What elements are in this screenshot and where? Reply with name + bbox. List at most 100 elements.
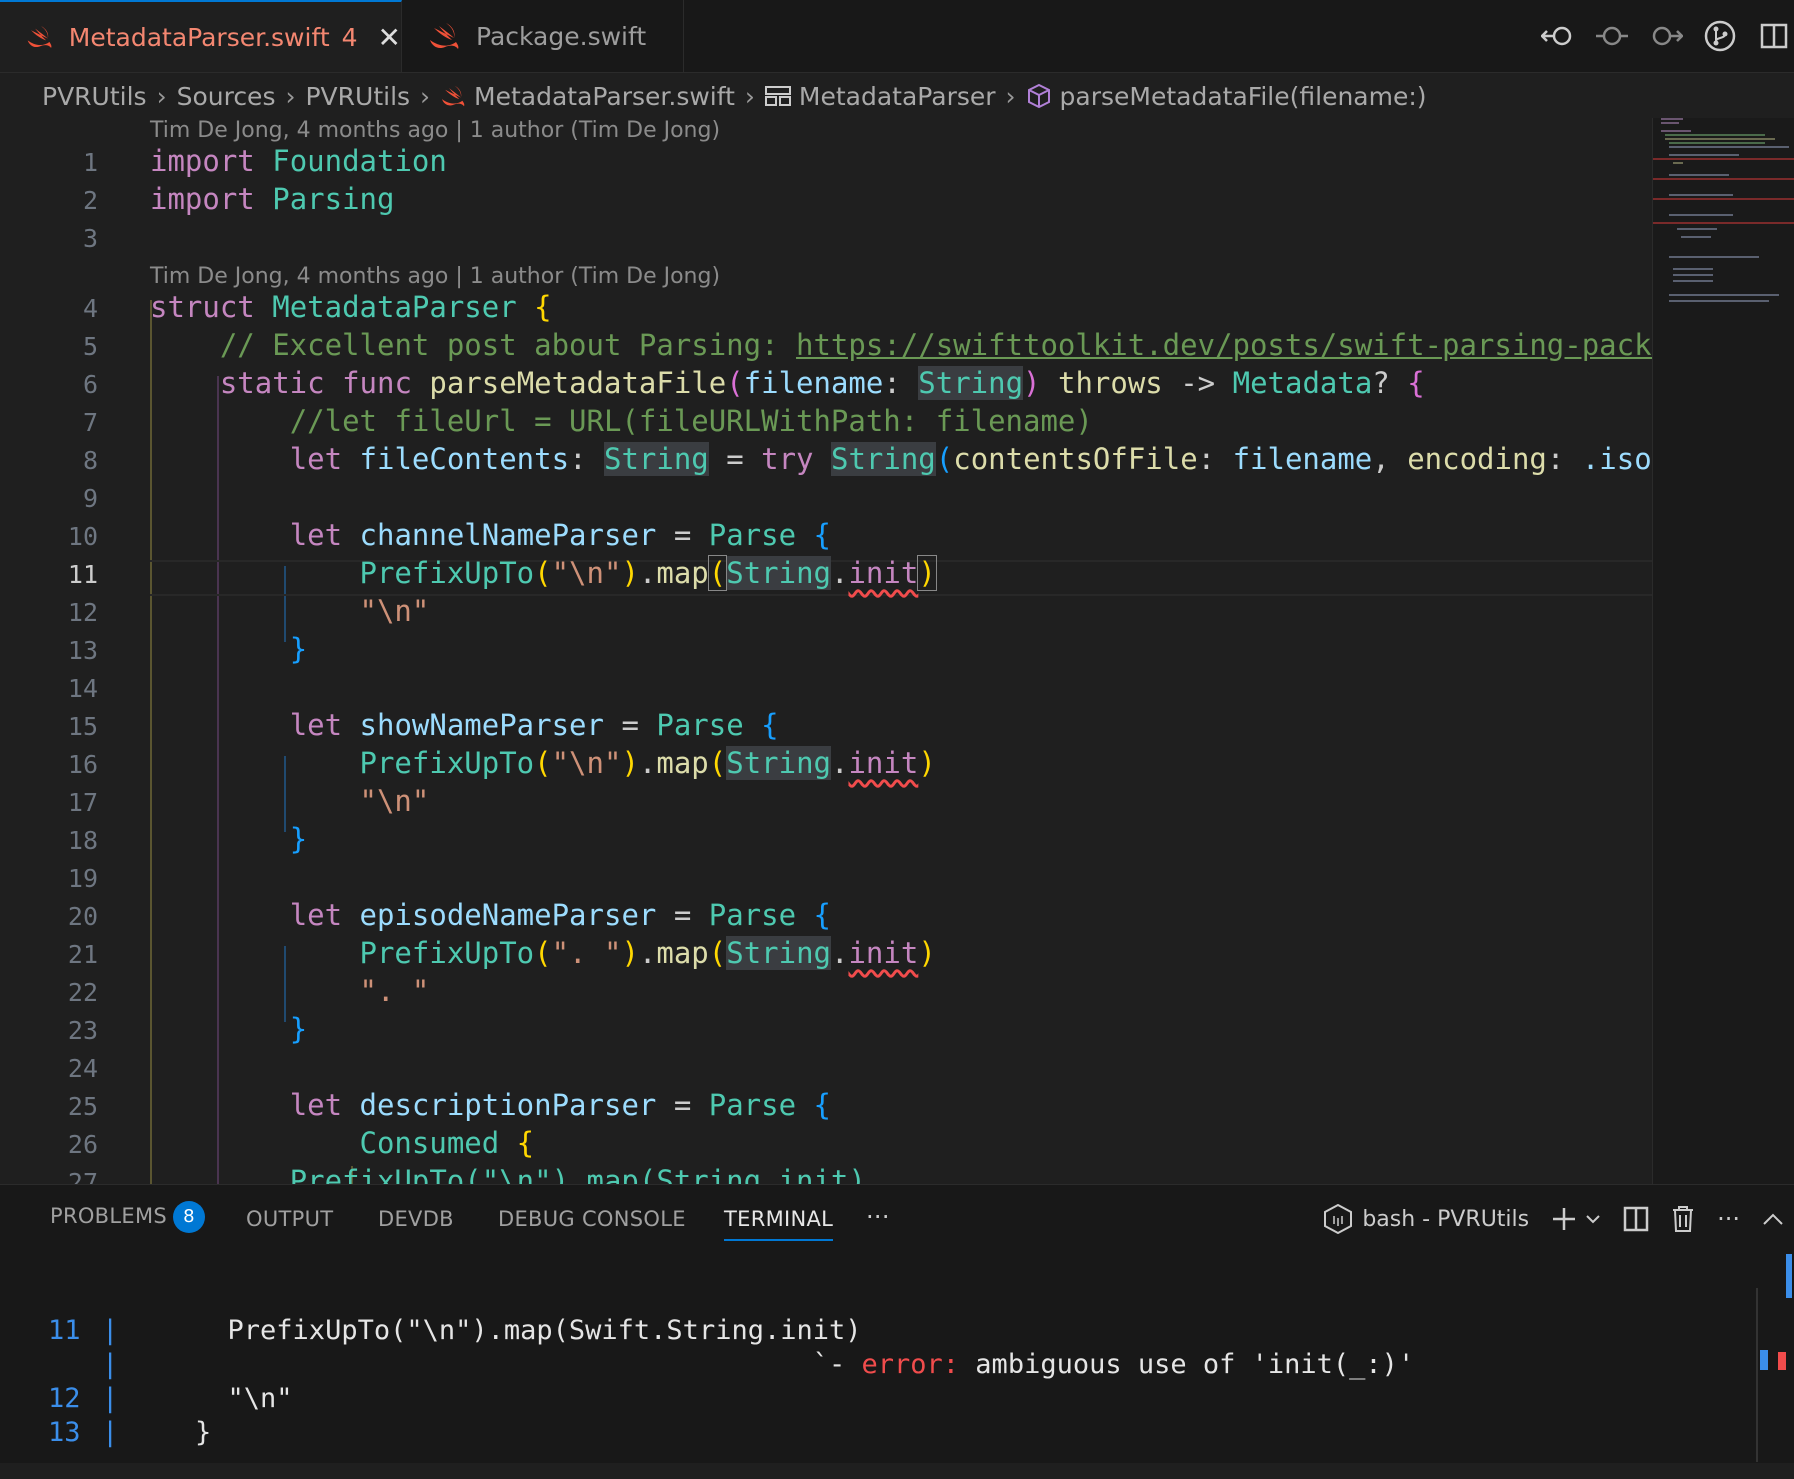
line-number: 17 — [67, 788, 98, 817]
line-number: 8 — [82, 446, 98, 475]
go-back-icon[interactable] — [1538, 16, 1578, 56]
code-line: let descriptionParser = Parse { — [289, 1088, 831, 1122]
chevron-right-icon: › — [1005, 81, 1016, 111]
code-line: struct MetadataParser { — [150, 290, 552, 324]
code-line: PrefixUpTo("\n").map(String.init) — [359, 746, 936, 780]
tab-problems[interactable]: PROBLEMS 8 — [50, 1201, 206, 1233]
line-number: 13 — [67, 636, 98, 665]
tab-debug-console[interactable]: DEBUG CONSOLE — [498, 1207, 686, 1231]
tab-label: MetadataParser.swift — [68, 22, 330, 52]
code-line: PrefixUpTo(". ").map(String.init) — [359, 936, 936, 970]
tab-metadataparser-swift[interactable]: MetadataParser.swift 4 ✕ — [0, 0, 402, 72]
code-line: PrefixUpTo("\n").map(String.init) — [150, 1164, 866, 1184]
code-line: //let fileUrl = URL(fileURLWithPath: fil… — [289, 404, 1093, 438]
chevron-right-icon: › — [420, 81, 431, 111]
line-number: 18 — [67, 826, 98, 855]
line-number: 19 — [67, 864, 98, 893]
split-terminal-icon[interactable] — [1623, 1206, 1649, 1232]
line-number: 20 — [67, 902, 98, 931]
chevron-right-icon: › — [744, 81, 755, 111]
code-line: let showNameParser = Parse { — [289, 708, 779, 742]
breadcrumb: PVRUtils › Sources › PVRUtils › Metadata… — [0, 74, 1794, 118]
code-line: static func parseMetadataFile(filename: … — [219, 366, 1425, 400]
code-line: } — [289, 822, 308, 856]
code-line: ". " — [359, 974, 430, 1008]
line-number: 26 — [67, 1130, 98, 1159]
tab-devdb[interactable]: DEVDB — [378, 1207, 454, 1231]
line-number: 27 — [67, 1168, 98, 1184]
code-line: } — [289, 1012, 308, 1046]
line-number: 3 — [82, 224, 98, 253]
new-terminal-icon[interactable] — [1551, 1206, 1577, 1232]
code-line: } — [289, 632, 308, 666]
scrollbar-marker — [1778, 1352, 1786, 1370]
line-number: 12 — [67, 598, 98, 627]
line-number: 9 — [82, 484, 98, 513]
more-actions-icon[interactable]: ··· — [1717, 1205, 1740, 1233]
code-line: import Foundation — [150, 144, 447, 178]
terminal-actions: bash - PVRUtils ··· — [1302, 1199, 1794, 1239]
terminal-scrollbar[interactable] — [1756, 1288, 1758, 1462]
breadcrumb-item[interactable]: parseMetadataFile(filename:) — [1060, 82, 1427, 111]
code-line: "\n" — [359, 784, 430, 818]
swift-file-icon — [430, 23, 459, 49]
code-line: let fileContents: String = try String(co… — [289, 442, 1652, 476]
source-control-icon[interactable] — [1700, 16, 1740, 56]
breadcrumb-item[interactable]: MetadataParser.swift — [474, 82, 735, 111]
line-number: 5 — [82, 332, 98, 361]
line-number: 1 — [82, 148, 98, 177]
terminal-line: 13 | } — [48, 1417, 212, 1448]
problems-count-badge: 8 — [173, 1201, 206, 1233]
close-tab-icon[interactable]: ✕ — [378, 21, 401, 54]
more-tabs-icon[interactable]: ··· — [866, 1203, 890, 1231]
terminal-output[interactable]: 11 | PrefixUpTo("\n").map(Swift.String.in… — [0, 1276, 1794, 1448]
code-line: let channelNameParser = Parse { — [289, 518, 831, 552]
tab-output[interactable]: OUTPUT — [246, 1207, 333, 1231]
swift-file-icon — [440, 85, 466, 107]
line-number: 16 — [67, 750, 98, 779]
terminal-line: | `- error: ambiguous use of 'init(_:)' — [102, 1349, 1415, 1380]
git-blame-annotation[interactable]: Tim De Jong, 4 months ago | 1 author (Ti… — [150, 118, 720, 143]
chevron-down-icon[interactable] — [1585, 1213, 1601, 1225]
url-link[interactable]: https://swifttoolkit.dev/posts/swift-par… — [796, 328, 1652, 362]
swift-file-icon — [27, 26, 52, 48]
line-number: 22 — [67, 978, 98, 1007]
line-number-current: 11 — [67, 560, 98, 589]
line-number: 15 — [67, 712, 98, 741]
breadcrumb-item[interactable]: Sources — [177, 82, 276, 111]
tab-terminal[interactable]: TERMINAL — [724, 1207, 834, 1241]
go-forward-icon[interactable] — [1646, 16, 1686, 56]
breadcrumb-item[interactable]: PVRUtils — [42, 82, 147, 111]
code-editor[interactable]: Tim De Jong, 4 months ago | 1 author (Ti… — [0, 118, 1652, 1184]
chevron-right-icon: › — [156, 81, 167, 111]
git-blame-annotation[interactable]: Tim De Jong, 4 months ago | 1 author (Ti… — [150, 264, 720, 289]
terminal-instance-label[interactable]: bash - PVRUtils — [1362, 1207, 1529, 1232]
code-line: let episodeNameParser = Parse { — [289, 898, 831, 932]
tab-label: Package.swift — [476, 21, 647, 51]
tab-package-swift[interactable]: Package.swift — [402, 0, 684, 72]
problem-count: 4 — [341, 22, 358, 52]
code-line: "\n" — [359, 594, 430, 628]
line-number: 23 — [67, 1016, 98, 1045]
error-label: error: — [861, 1349, 960, 1380]
line-number: 21 — [67, 940, 98, 969]
terminal-line: 12 | "\n" — [48, 1383, 293, 1414]
indent-guide — [217, 376, 219, 1184]
line-number: 14 — [67, 674, 98, 703]
breadcrumb-item[interactable]: PVRUtils — [305, 82, 410, 111]
code-line: // Excellent post about Parsing: https:/… — [150, 328, 1652, 362]
trash-icon[interactable] — [1671, 1205, 1695, 1233]
line-number: 25 — [67, 1092, 98, 1121]
code-line: import Parsing — [150, 182, 395, 216]
line-number: 7 — [82, 408, 98, 437]
editor-tab-bar: MetadataParser.swift 4 ✕ Package.swift — [0, 0, 1794, 73]
method-symbol-icon — [1026, 83, 1052, 109]
timeline-icon[interactable] — [1592, 16, 1632, 56]
line-number: 2 — [82, 186, 98, 215]
chevron-up-icon[interactable] — [1762, 1212, 1784, 1226]
split-editor-icon[interactable] — [1754, 16, 1794, 56]
scrollbar-thumb[interactable] — [1786, 1254, 1792, 1298]
code-line: Consumed { — [359, 1126, 535, 1160]
minimap[interactable] — [1652, 118, 1794, 1184]
breadcrumb-item[interactable]: MetadataParser — [799, 82, 996, 111]
